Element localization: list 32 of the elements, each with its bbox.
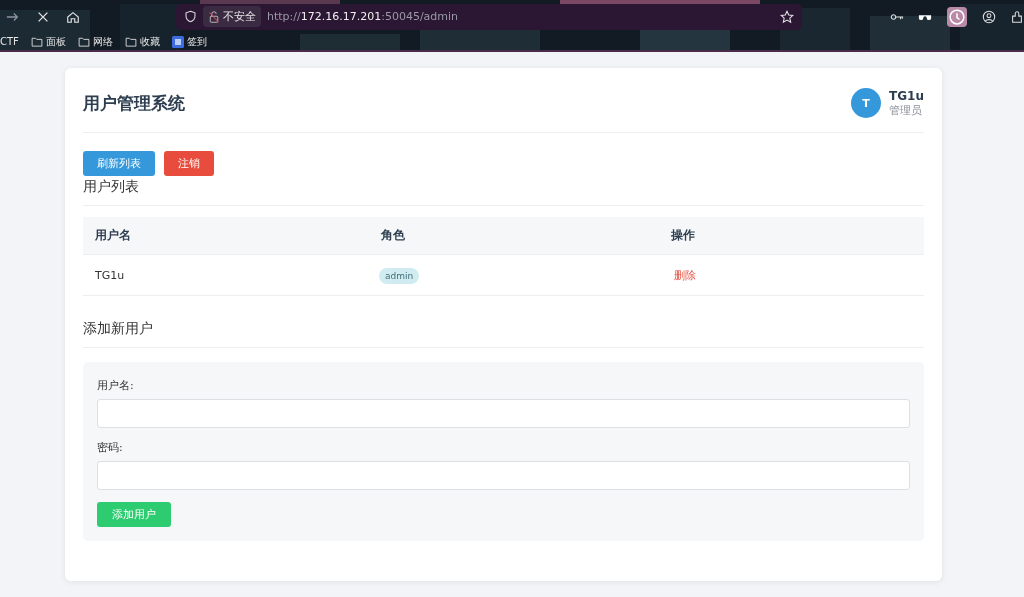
- folder-icon[interactable]: [30, 35, 43, 48]
- table-cell: TG1u: [95, 268, 125, 282]
- user-role: 管理员: [889, 102, 924, 118]
- home-icon[interactable]: [66, 9, 80, 24]
- section-title: 添加新用户: [83, 320, 924, 348]
- bookmark[interactable]: 签到: [169, 34, 209, 49]
- user-name: TG1u: [889, 88, 924, 103]
- address-bar[interactable]: 不安全 http://172.16.17.201:50045/admin: [176, 3, 802, 30]
- user-avatar: T: [851, 88, 882, 118]
- folder-icon[interactable]: [77, 35, 90, 48]
- column-header: 用户名: [94, 227, 132, 244]
- role-badge: admin: [379, 267, 420, 284]
- input-field[interactable]: [97, 461, 910, 490]
- field-label: 密码:: [97, 440, 124, 455]
- extensions-icon[interactable]: [1010, 9, 1024, 24]
- column-header: 操作: [670, 227, 696, 244]
- input-field[interactable]: [97, 399, 910, 428]
- folder-icon[interactable]: [124, 35, 137, 48]
- bookmark[interactable]: CTF: [0, 36, 21, 47]
- bookmark[interactable]: 网络: [75, 34, 115, 49]
- profile-icon[interactable]: [982, 9, 996, 24]
- shield-icon[interactable]: [184, 10, 197, 23]
- field-label: 用户名:: [97, 378, 135, 393]
- column-header: 角色: [380, 227, 406, 244]
- logout-button[interactable]: 注销: [164, 151, 214, 176]
- section-title: 用户列表: [83, 178, 924, 206]
- star-icon[interactable]: [780, 9, 794, 24]
- security-indicator[interactable]: 不安全: [203, 6, 261, 27]
- bookmark[interactable]: 面板: [28, 34, 68, 49]
- delete-link[interactable]: 删除: [671, 268, 696, 282]
- url-text[interactable]: http://172.16.17.201:50045/admin: [267, 10, 459, 23]
- page-title: 用户管理系统: [83, 91, 185, 115]
